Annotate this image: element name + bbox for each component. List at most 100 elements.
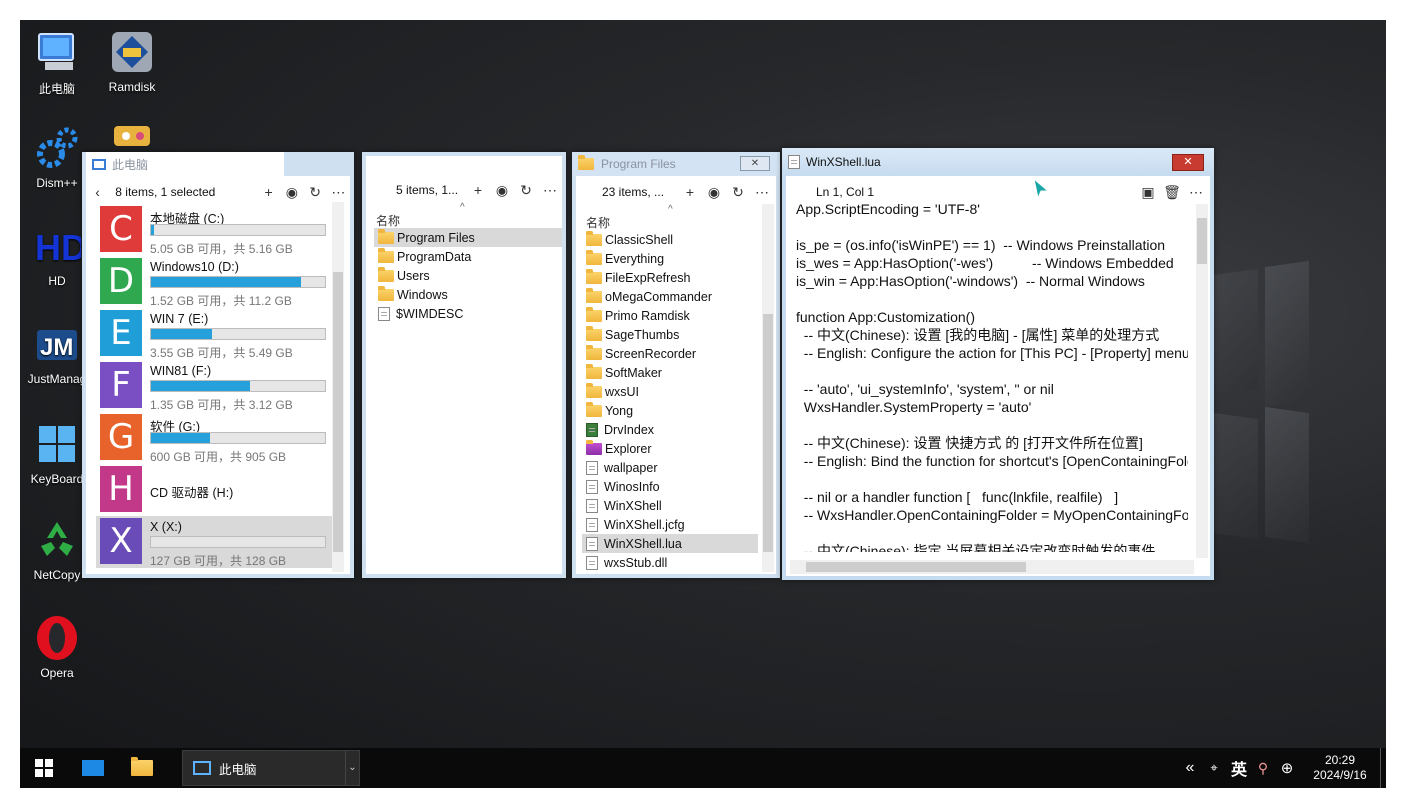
file-name: $WIMDESC (396, 306, 464, 321)
sort-caret-icon: ^ (668, 204, 673, 215)
drive-item[interactable]: E WIN 7 (E:) 3.55 GB 可用，共 5.49 GB (96, 308, 334, 360)
column-header-name[interactable]: 名称 (376, 212, 400, 229)
folder-icon (378, 228, 394, 244)
show-hidden-icons-icon[interactable]: « (1178, 759, 1202, 777)
file-icon (586, 517, 598, 532)
file-list-item[interactable]: WinXShell (582, 496, 758, 515)
clock-time: 20:29 (1324, 753, 1356, 767)
scrollbar-thumb[interactable] (806, 562, 1026, 572)
status-text: 8 items, 1 selected (115, 185, 216, 199)
file-list-item[interactable]: wallpaper (582, 458, 758, 477)
file-list-item[interactable]: WinXShell.lua (582, 534, 758, 553)
scrollbar-thumb[interactable] (333, 272, 343, 552)
new-item-icon[interactable]: + (678, 184, 702, 200)
vertical-scrollbar[interactable] (762, 204, 774, 572)
file-list-item[interactable]: wxsStub.dll (582, 553, 758, 572)
code-line: function App:Customization() (796, 309, 975, 325)
file-list-item[interactable]: WinosInfo (582, 477, 758, 496)
code-editor[interactable]: App.ScriptEncoding = 'UTF-8' is_pe = (os.… (796, 200, 1188, 552)
desktop-icon-this-pc[interactable]: 此电脑 (20, 28, 94, 97)
new-item-icon[interactable]: + (257, 184, 280, 200)
taskbar-task-this-pc[interactable]: 此电脑 ⌄ (182, 750, 360, 786)
file-list-item[interactable]: WinXShell.jcfg (582, 515, 758, 534)
gears-icon (33, 124, 81, 172)
drive-root-window: 5 items, 1... + ◉ ↻ ⋯ ^ 名称 Program Files… (362, 152, 566, 578)
file-list-item[interactable]: FileExpRefresh (582, 268, 758, 287)
drive-usage-bar (150, 328, 326, 340)
new-item-icon[interactable]: + (466, 182, 490, 198)
drive-usage-bar (150, 432, 326, 444)
pen-cursor-icon[interactable]: ⌖ (1202, 760, 1226, 776)
close-icon[interactable]: ✕ (740, 156, 770, 171)
file-list-item[interactable]: SageThumbs (582, 325, 758, 344)
view-icon[interactable]: ◉ (490, 182, 514, 199)
window-title: WinXShell.lua (806, 155, 881, 169)
refresh-icon[interactable]: ↻ (514, 182, 538, 199)
back-icon[interactable]: ‹ (86, 184, 109, 200)
drive-item[interactable]: X X (X:) 127 GB 可用，共 128 GB (96, 516, 334, 568)
file-list-item[interactable]: Explorer (582, 439, 758, 458)
code-line: WxsHandler.SystemProperty = 'auto' (796, 399, 1032, 415)
toolbar: 5 items, 1... + ◉ ↻ ⋯ (366, 178, 562, 202)
stamp-icon[interactable]: ⚲ (1252, 760, 1274, 777)
drive-item[interactable]: D Windows10 (D:) 1.52 GB 可用，共 11.2 GB (96, 256, 334, 308)
chevron-down-icon[interactable]: ⌄ (345, 751, 359, 785)
file-list-item[interactable]: oMegaCommander (582, 287, 758, 306)
file-list-item[interactable]: DrvIndex (582, 420, 758, 439)
taskbar-explorer-button[interactable] (118, 748, 168, 788)
horizontal-scrollbar[interactable] (790, 560, 1194, 574)
file-list-item[interactable]: ScreenRecorder (582, 344, 758, 363)
svg-text:HD: HD (35, 227, 81, 268)
file-list-item[interactable]: Windows (374, 285, 562, 304)
close-icon[interactable]: ✕ (1172, 154, 1204, 171)
save-icon[interactable]: ▣ (1136, 184, 1160, 201)
taskbar-desktop-button[interactable] (68, 748, 118, 788)
file-icon (586, 555, 598, 570)
more-icon[interactable]: ⋯ (1184, 184, 1208, 201)
drive-item[interactable]: C 本地磁盘 (C:) 5.05 GB 可用，共 5.16 GB (96, 204, 334, 256)
file-list-item[interactable]: $WIMDESC (374, 304, 562, 323)
drive-item[interactable]: G 软件 (G:) 600 GB 可用，共 905 GB (96, 412, 334, 464)
desktop-icon-ramdisk[interactable]: Ramdisk (95, 28, 169, 94)
drive-item[interactable]: H CD 驱动器 (H:) (96, 464, 334, 516)
vertical-scrollbar[interactable] (332, 202, 344, 572)
scrollbar-thumb[interactable] (763, 314, 773, 552)
lua-editor-window: WinXShell.lua ✕ Ln 1, Col 1 ▣ 🗑 ⋯ App.Sc… (782, 148, 1214, 580)
file-list-item[interactable]: SoftMaker (582, 363, 758, 382)
file-name: WinXShell.jcfg (604, 517, 685, 532)
column-header-name[interactable]: 名称 (586, 214, 610, 231)
delete-icon[interactable]: 🗑 (1160, 184, 1184, 201)
hd-icon: HD (33, 222, 87, 270)
clock[interactable]: 20:29 2024/9/16 (1300, 753, 1380, 783)
refresh-icon[interactable]: ↻ (303, 184, 326, 201)
view-icon[interactable]: ◉ (280, 184, 303, 201)
drive-name: X (X:) (150, 520, 182, 534)
file-list-item[interactable]: ProgramData (374, 247, 562, 266)
file-name: oMegaCommander (605, 289, 712, 304)
vertical-scrollbar[interactable] (1196, 204, 1208, 558)
desktop-icon-opera[interactable]: Opera (20, 614, 94, 680)
file-list-item[interactable]: ClassicShell (582, 230, 758, 249)
file-list-item[interactable]: Users (374, 266, 562, 285)
explorer-icon (586, 439, 602, 455)
refresh-icon[interactable]: ↻ (726, 184, 750, 201)
show-desktop-button[interactable] (1380, 748, 1386, 788)
file-list-item[interactable]: Yong (582, 401, 758, 420)
more-icon[interactable]: ⋯ (327, 184, 350, 201)
drive-item[interactable]: F WIN81 (F:) 1.35 GB 可用，共 3.12 GB (96, 360, 334, 412)
file-list: Program Files ProgramData Users Windows $WIM… (374, 228, 562, 323)
network-globe-icon[interactable]: ⊕ (1274, 759, 1300, 777)
window-title: Program Files (601, 157, 676, 171)
start-button[interactable] (20, 748, 68, 788)
file-list-item[interactable]: wxsUI (582, 382, 758, 401)
view-icon[interactable]: ◉ (702, 184, 726, 201)
scrollbar-thumb[interactable] (1197, 218, 1207, 264)
more-icon[interactable]: ⋯ (538, 182, 562, 199)
status-text: 23 items, ... (602, 185, 665, 199)
file-list-item[interactable]: Primo Ramdisk (582, 306, 758, 325)
more-icon[interactable]: ⋯ (750, 184, 774, 201)
file-list-item[interactable]: Everything (582, 249, 758, 268)
ime-indicator[interactable]: 英 (1226, 756, 1252, 780)
file-list-item[interactable]: Program Files (374, 228, 562, 247)
